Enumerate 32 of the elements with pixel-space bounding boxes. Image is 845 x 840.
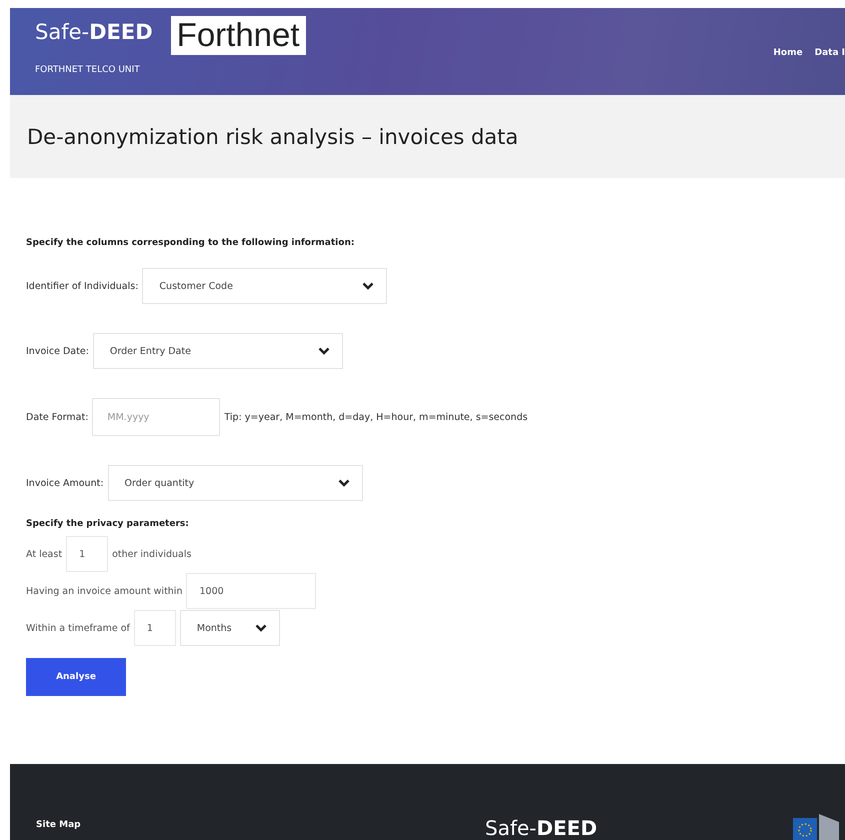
unit-select[interactable]: Months [180, 610, 280, 646]
field-label: Having an invoice amount within [26, 586, 182, 596]
chevron-down-icon [254, 624, 267, 632]
tip-text: Tip: y=year, M=month, d=day, H=hour, m=minute, s=seconds [224, 412, 528, 422]
field-label: Invoice Amount: [26, 478, 104, 488]
section-heading: Specify the columns corresponding to the following information: [26, 238, 356, 248]
page-title: De-anonymization risk analysis – invoices data [27, 124, 518, 148]
select-field[interactable]: Order Entry Date [92, 333, 343, 369]
chevron-down-icon [338, 479, 350, 487]
select-field[interactable]: Order quantity [108, 465, 363, 501]
number-field[interactable]: 1 [134, 610, 176, 646]
field-label: At least [26, 548, 62, 560]
number-field[interactable]: 1 [66, 536, 108, 572]
field-label: Identifier of Individuals: [26, 280, 138, 292]
footer-logo: Safe-DEED [485, 816, 598, 840]
amount-field[interactable]: 1000 [186, 573, 316, 609]
chevron-down-icon [362, 282, 374, 290]
nav-link[interactable]: Home [773, 48, 803, 58]
date-format-field[interactable]: MM.yyyy [92, 398, 220, 436]
field-label: Within a timeframe of [26, 622, 130, 634]
section-heading: Specify the privacy parameters: [26, 519, 190, 529]
site-logo: Safe-DEED [35, 20, 153, 44]
field-label: Date Format: [26, 412, 88, 422]
site-subtitle: FORTHNET TELCO UNIT [35, 65, 141, 75]
field-label: Invoice Date: [26, 346, 89, 356]
site-map-heading: Site Map [36, 820, 81, 830]
chevron-down-icon [318, 347, 330, 355]
field-label: other individuals [112, 548, 192, 560]
nav-link[interactable]: Data I [814, 48, 845, 58]
select-field[interactable]: Customer Code [142, 268, 388, 304]
analyse-button[interactable]: Analyse [26, 658, 126, 696]
brand-name: Forthnet [170, 16, 306, 55]
